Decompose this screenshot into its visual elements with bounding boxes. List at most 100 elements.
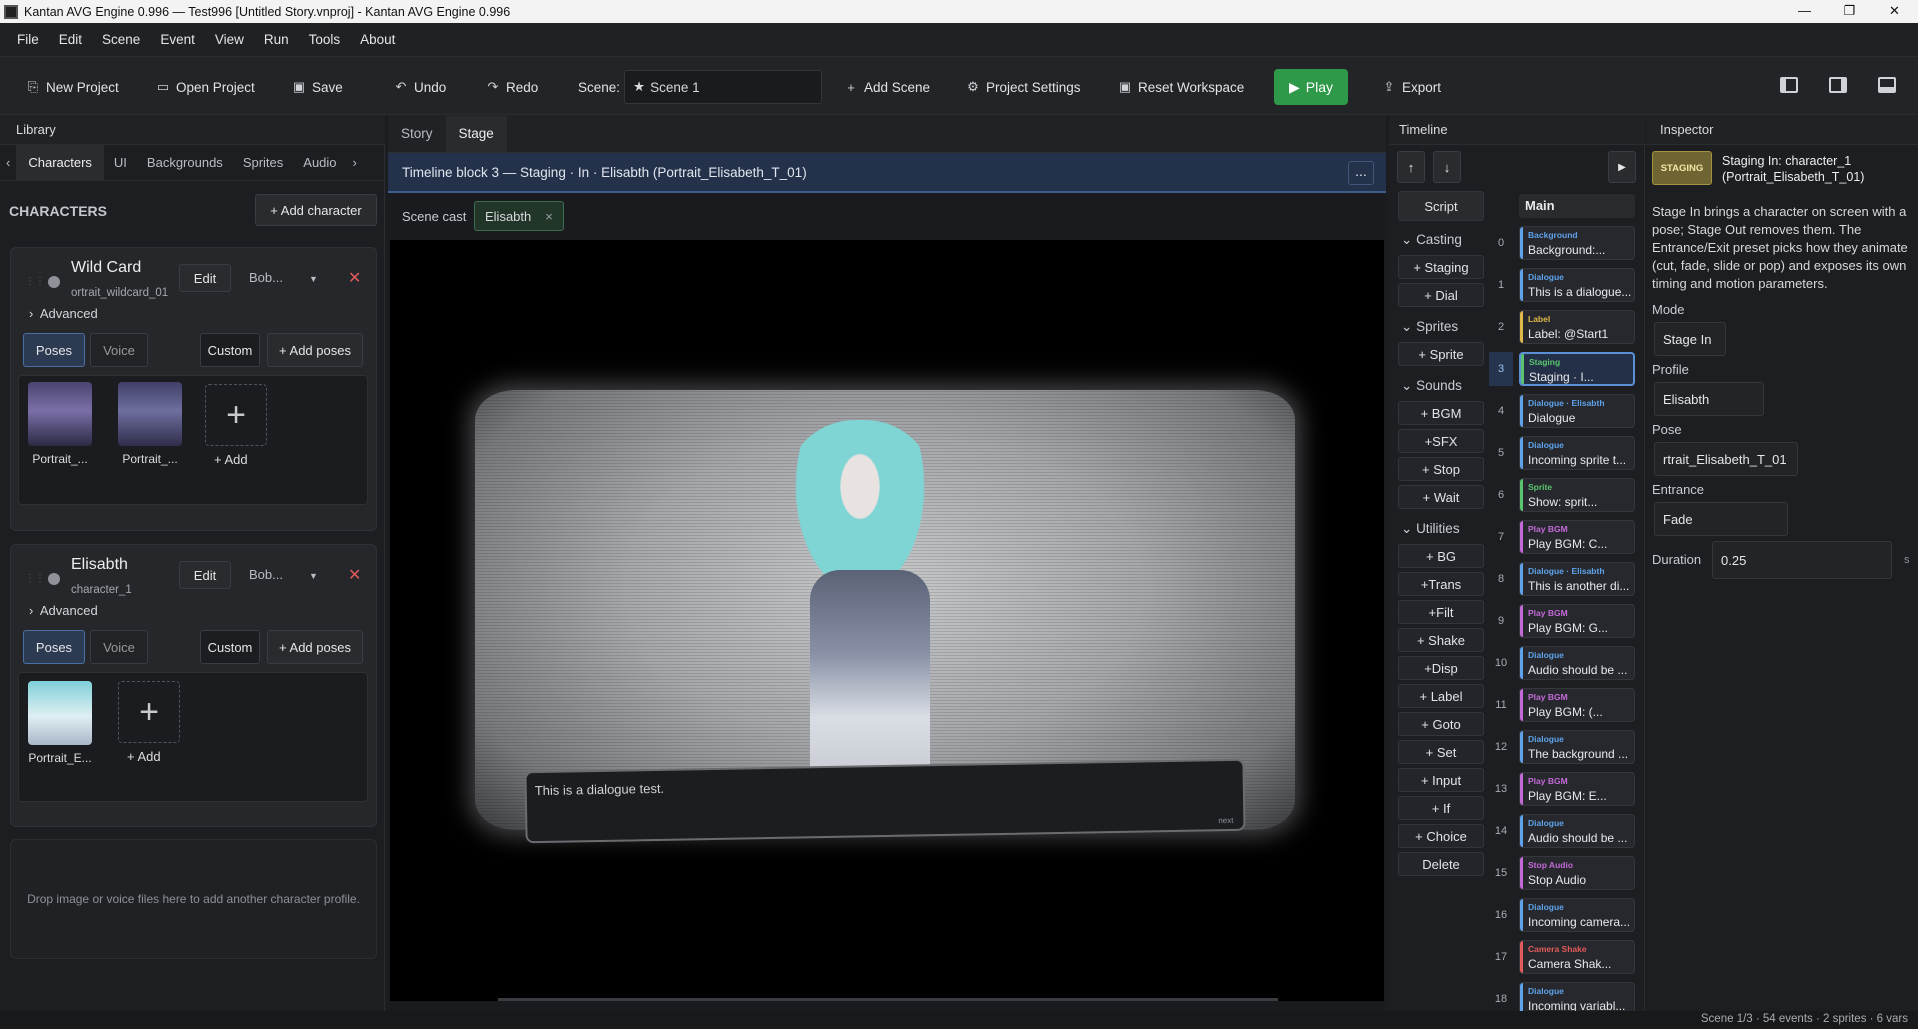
menu-scene[interactable]: Scene	[92, 32, 150, 47]
tab-story[interactable]: Story	[388, 116, 446, 152]
drop-zone[interactable]: Drop image or voice files here to add an…	[10, 839, 377, 959]
menu-edit[interactable]: Edit	[49, 32, 92, 47]
add-bgm-button[interactable]: + BGM	[1398, 401, 1484, 425]
add-stop-button[interactable]: + Stop	[1398, 457, 1484, 481]
add-pose-label[interactable]: + Add	[214, 452, 248, 467]
add-pose-icon[interactable]: +	[205, 384, 267, 446]
timeline-event[interactable]: Play BGM Play BGM: (...	[1519, 688, 1635, 722]
timeline-event[interactable]: Play BGM Play BGM: G...	[1519, 604, 1635, 638]
export-button[interactable]: ⇪ Export	[1374, 71, 1449, 103]
edit-button[interactable]: Edit	[179, 561, 231, 589]
add-shake-button[interactable]: + Shake	[1398, 628, 1484, 652]
tab-sprites[interactable]: Sprites	[233, 155, 293, 170]
tab-stage[interactable]: Stage	[445, 116, 507, 152]
timeline-event[interactable]: Background Background:...	[1519, 226, 1635, 260]
project-settings-button[interactable]: ⚙ Project Settings	[958, 71, 1089, 103]
pose-select[interactable]: rtrait_Elisabeth_T_01	[1654, 442, 1798, 476]
tab-backgrounds[interactable]: Backgrounds	[137, 155, 233, 170]
timeline-event[interactable]: Dialogue · Elisabth Dialogue	[1519, 394, 1635, 428]
timeline-event[interactable]: Dialogue Incoming sprite t...	[1519, 436, 1635, 470]
add-staging-button[interactable]: + Staging	[1398, 255, 1484, 279]
save-button[interactable]: ▣ Save	[284, 71, 351, 103]
toggle-right-panel-icon[interactable]	[1829, 77, 1847, 93]
script-button[interactable]: Script	[1398, 191, 1484, 221]
remove-character-icon[interactable]: ✕	[348, 565, 361, 585]
tab-audio[interactable]: Audio	[293, 155, 346, 170]
sprites-group[interactable]: ⌄ Sprites	[1401, 319, 1458, 335]
play-button[interactable]: ▶ Play	[1274, 69, 1348, 105]
add-sfx-button[interactable]: +SFX	[1398, 429, 1484, 453]
toggle-bottom-panel-icon[interactable]	[1878, 77, 1896, 93]
new-project-button[interactable]: ⎘ New Project	[18, 71, 127, 103]
add-scene-button[interactable]: + Add Scene	[836, 71, 938, 103]
menu-about[interactable]: About	[350, 32, 405, 47]
duration-input[interactable]: 0.25	[1712, 541, 1892, 579]
menu-file[interactable]: File	[7, 32, 49, 47]
add-wait-button[interactable]: + Wait	[1398, 485, 1484, 509]
menu-view[interactable]: View	[205, 32, 254, 47]
more-button[interactable]: ...	[1348, 161, 1374, 185]
add-transition-button[interactable]: +Trans	[1398, 572, 1484, 596]
timeline-event[interactable]: Dialogue The background ...	[1519, 730, 1635, 764]
edit-button[interactable]: Edit	[179, 264, 231, 292]
sounds-group[interactable]: ⌄ Sounds	[1401, 378, 1462, 394]
close-icon[interactable]: ✕	[1872, 0, 1917, 23]
timeline-event[interactable]: Play BGM Play BGM: E...	[1519, 772, 1635, 806]
voice-select[interactable]: Bob... ▼	[249, 270, 318, 285]
timeline-event[interactable]: Dialogue Incoming camera...	[1519, 898, 1635, 932]
add-choice-button[interactable]: + Choice	[1398, 824, 1484, 848]
voice-tab[interactable]: Voice	[90, 333, 148, 367]
expand-icon[interactable]: ▶	[1608, 151, 1636, 183]
scene-select[interactable]: ★ Scene 1	[624, 70, 822, 104]
tab-characters[interactable]: Characters	[16, 144, 104, 181]
tab-ui[interactable]: UI	[104, 155, 137, 170]
reset-workspace-button[interactable]: ▣ Reset Workspace	[1110, 71, 1252, 103]
timeline-event[interactable]: Sprite Show: sprit...	[1519, 478, 1635, 512]
profile-select[interactable]: Elisabth	[1654, 382, 1764, 416]
add-character-button[interactable]: + Add character	[255, 194, 377, 226]
pose-thumbnail[interactable]: Portrait_E...	[25, 681, 95, 765]
advanced-toggle[interactable]: › Advanced	[29, 603, 98, 618]
utilities-group[interactable]: ⌄ Utilities	[1401, 521, 1460, 537]
redo-button[interactable]: ↷ Redo	[478, 71, 546, 103]
pose-thumbnail[interactable]: Portrait_...	[25, 382, 95, 466]
custom-button[interactable]: Custom	[200, 630, 260, 664]
add-label-button[interactable]: + Label	[1398, 684, 1484, 708]
add-sprite-button[interactable]: + Sprite	[1398, 342, 1484, 366]
pose-thumbnail[interactable]: Portrait_...	[115, 382, 185, 466]
menu-event[interactable]: Event	[150, 32, 205, 47]
add-set-button[interactable]: + Set	[1398, 740, 1484, 764]
add-dialogue-button[interactable]: + Dial	[1398, 283, 1484, 307]
tab-scroll-left-icon[interactable]: ‹	[0, 155, 16, 170]
move-up-icon[interactable]: ↑	[1397, 151, 1425, 183]
mode-select[interactable]: Stage In	[1654, 322, 1726, 356]
minimize-icon[interactable]: —	[1782, 0, 1827, 23]
entrance-select[interactable]: Fade	[1654, 502, 1788, 536]
custom-button[interactable]: Custom	[200, 333, 260, 367]
remove-cast-icon[interactable]: ×	[545, 209, 553, 224]
timeline-event[interactable]: Camera Shake Camera Shak...	[1519, 940, 1635, 974]
casting-group[interactable]: ⌄ Casting	[1401, 232, 1462, 248]
menu-tools[interactable]: Tools	[299, 32, 351, 47]
drag-handle-icon[interactable]: ⋮⋮	[25, 573, 45, 584]
toggle-left-panel-icon[interactable]	[1780, 77, 1798, 93]
timeline-event[interactable]: Stop Audio Stop Audio	[1519, 856, 1635, 890]
timeline-event[interactable]: Play BGM Play BGM: C...	[1519, 520, 1635, 554]
remove-character-icon[interactable]: ✕	[348, 268, 361, 288]
menu-run[interactable]: Run	[254, 32, 299, 47]
voice-tab[interactable]: Voice	[90, 630, 148, 664]
timeline-event[interactable]: Staging Staging · I...	[1519, 352, 1635, 386]
restore-icon[interactable]: ❐	[1827, 0, 1872, 23]
add-pose-icon[interactable]: +	[118, 681, 180, 743]
undo-button[interactable]: ↶ Undo	[386, 71, 454, 103]
delete-event-button[interactable]: Delete	[1398, 852, 1484, 876]
poses-tab[interactable]: Poses	[23, 333, 85, 367]
tab-scroll-right-icon[interactable]: ›	[347, 155, 363, 170]
add-input-button[interactable]: + Input	[1398, 768, 1484, 792]
open-project-button[interactable]: ▭ Open Project	[148, 71, 263, 103]
advanced-toggle[interactable]: › Advanced	[29, 306, 98, 321]
stage-scrollbar[interactable]	[498, 998, 1278, 1001]
add-poses-button[interactable]: + Add poses	[267, 333, 363, 367]
poses-tab[interactable]: Poses	[23, 630, 85, 664]
timeline-event[interactable]: Dialogue · Elisabth This is another di...	[1519, 562, 1635, 596]
